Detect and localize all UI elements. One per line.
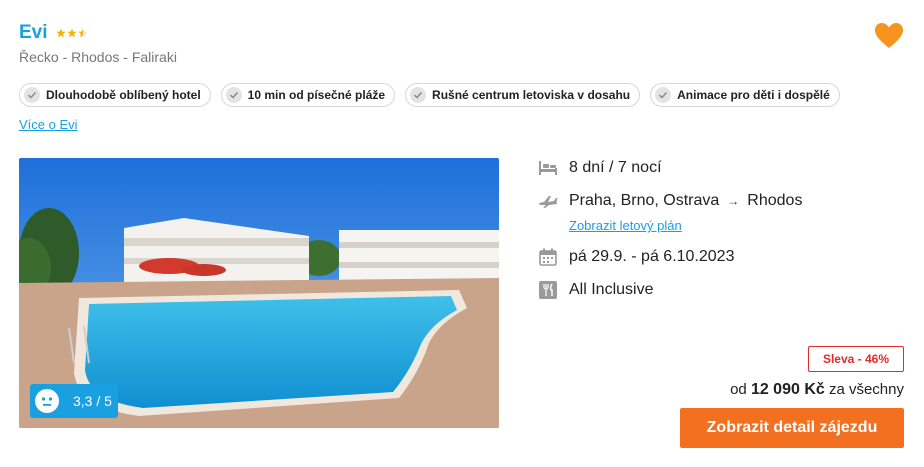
rating-value: 3,3 / 5 <box>73 393 112 409</box>
destination-text: Rhodos <box>747 192 803 209</box>
show-trip-detail-button[interactable]: Zobrazit detail zájezdu <box>680 408 904 448</box>
tag-chip: Dlouhodobě oblíbený hotel <box>19 83 211 107</box>
departure-airports: Praha, Brno, Ostrava <box>569 192 720 209</box>
star-icon <box>55 28 66 38</box>
tag-label: Dlouhodobě oblíbený hotel <box>46 88 201 102</box>
duration-row: 8 dní / 7 nocí <box>538 158 662 178</box>
dates-row: pá 29.9. - pá 6.10.2023 <box>538 247 734 267</box>
price-prefix: od <box>730 381 747 398</box>
half-star-icon <box>77 28 88 38</box>
check-icon <box>24 87 40 103</box>
star-rating <box>55 28 88 38</box>
hotel-tags: Dlouhodobě oblíbený hotel 10 min od píse… <box>19 83 840 107</box>
check-icon <box>225 87 242 103</box>
tag-label: Rušné centrum letoviska v dosahu <box>432 88 631 102</box>
check-icon <box>410 87 427 103</box>
check-icon <box>655 87 672 103</box>
duration-text: 8 dní / 7 nocí <box>569 159 662 176</box>
price-suffix: za všechny <box>828 381 904 398</box>
tag-label: 10 min od písečné pláže <box>247 88 386 102</box>
title-row: Evi <box>19 22 88 44</box>
more-about-hotel-link[interactable]: Více o Evi <box>19 117 78 132</box>
board-type: All Inclusive <box>569 281 654 298</box>
star-icon <box>66 28 77 38</box>
heart-icon[interactable] <box>874 22 904 50</box>
hotel-location: Řecko - Rhodos - Faliraki <box>19 49 177 65</box>
flight-row: Praha, Brno, Ostrava → Rhodos <box>538 191 802 211</box>
neutral-face-icon <box>35 389 59 413</box>
tag-chip: Animace pro děti i dospělé <box>650 83 840 107</box>
flight-plan-link[interactable]: Zobrazit letový plán <box>569 218 682 233</box>
hotel-name[interactable]: Evi <box>19 22 48 44</box>
cutlery-icon <box>538 280 558 300</box>
dates-text: pá 29.9. - pá 6.10.2023 <box>569 248 735 265</box>
tag-chip: 10 min od písečné pláže <box>220 83 396 107</box>
price-line: od 12 090 Kč za všechny <box>730 381 904 399</box>
calendar-icon <box>538 247 558 267</box>
hotel-card: Evi Řecko - Rhodos - Faliraki Dlouhodobě… <box>0 0 924 467</box>
discount-badge: Sleva - 46% <box>808 346 904 372</box>
price-value: 12 090 Kč <box>750 381 825 398</box>
plane-icon <box>538 191 558 211</box>
board-row: All Inclusive <box>538 280 653 300</box>
tag-label: Animace pro děti i dospělé <box>677 88 830 102</box>
arrow-right-icon: → <box>727 194 740 208</box>
bed-icon <box>538 158 558 178</box>
tag-chip: Rušné centrum letoviska v dosahu <box>405 83 641 107</box>
rating-badge: 3,3 / 5 <box>30 384 118 418</box>
